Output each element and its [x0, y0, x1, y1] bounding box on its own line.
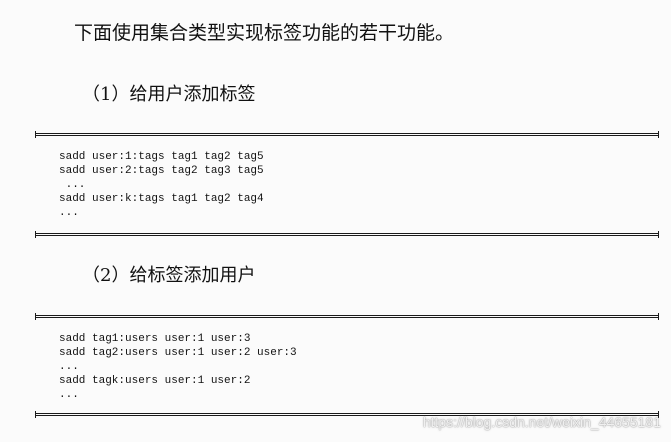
section-1-heading: （1）给用户添加标签	[82, 84, 256, 105]
section-2-heading: （2）给标签添加用户	[82, 265, 256, 286]
code-line: sadd tag2:users user:1 user:2 user:3	[59, 347, 297, 359]
code-line: sadd tag1:users user:1 user:3	[59, 333, 251, 345]
code-block-1: sadd user:1:tags tag1 tag2 tag5 sadd use…	[59, 150, 264, 220]
code-line: sadd tagk:users user:1 user:2	[59, 375, 251, 387]
watermark: https://blog.csdn.net/weixin_44655181	[422, 414, 661, 430]
code-line: ...	[59, 179, 86, 191]
code-line: ...	[59, 361, 79, 373]
code-line: sadd user:2:tags tag2 tag3 tag5	[59, 165, 264, 177]
code-line: ...	[59, 207, 79, 219]
code-block-1-bottom-rule	[35, 231, 659, 238]
code-line: sadd user:k:tags tag1 tag2 tag4	[59, 193, 264, 205]
code-block-1-top-rule	[35, 131, 659, 138]
code-line: sadd user:1:tags tag1 tag2 tag5	[59, 151, 264, 163]
code-block-2: sadd tag1:users user:1 user:3 sadd tag2:…	[59, 332, 297, 402]
code-line: ...	[59, 389, 79, 401]
intro-paragraph: 下面使用集合类型实现标签功能的若干功能。	[74, 22, 455, 44]
code-block-2-top-rule	[35, 313, 659, 320]
